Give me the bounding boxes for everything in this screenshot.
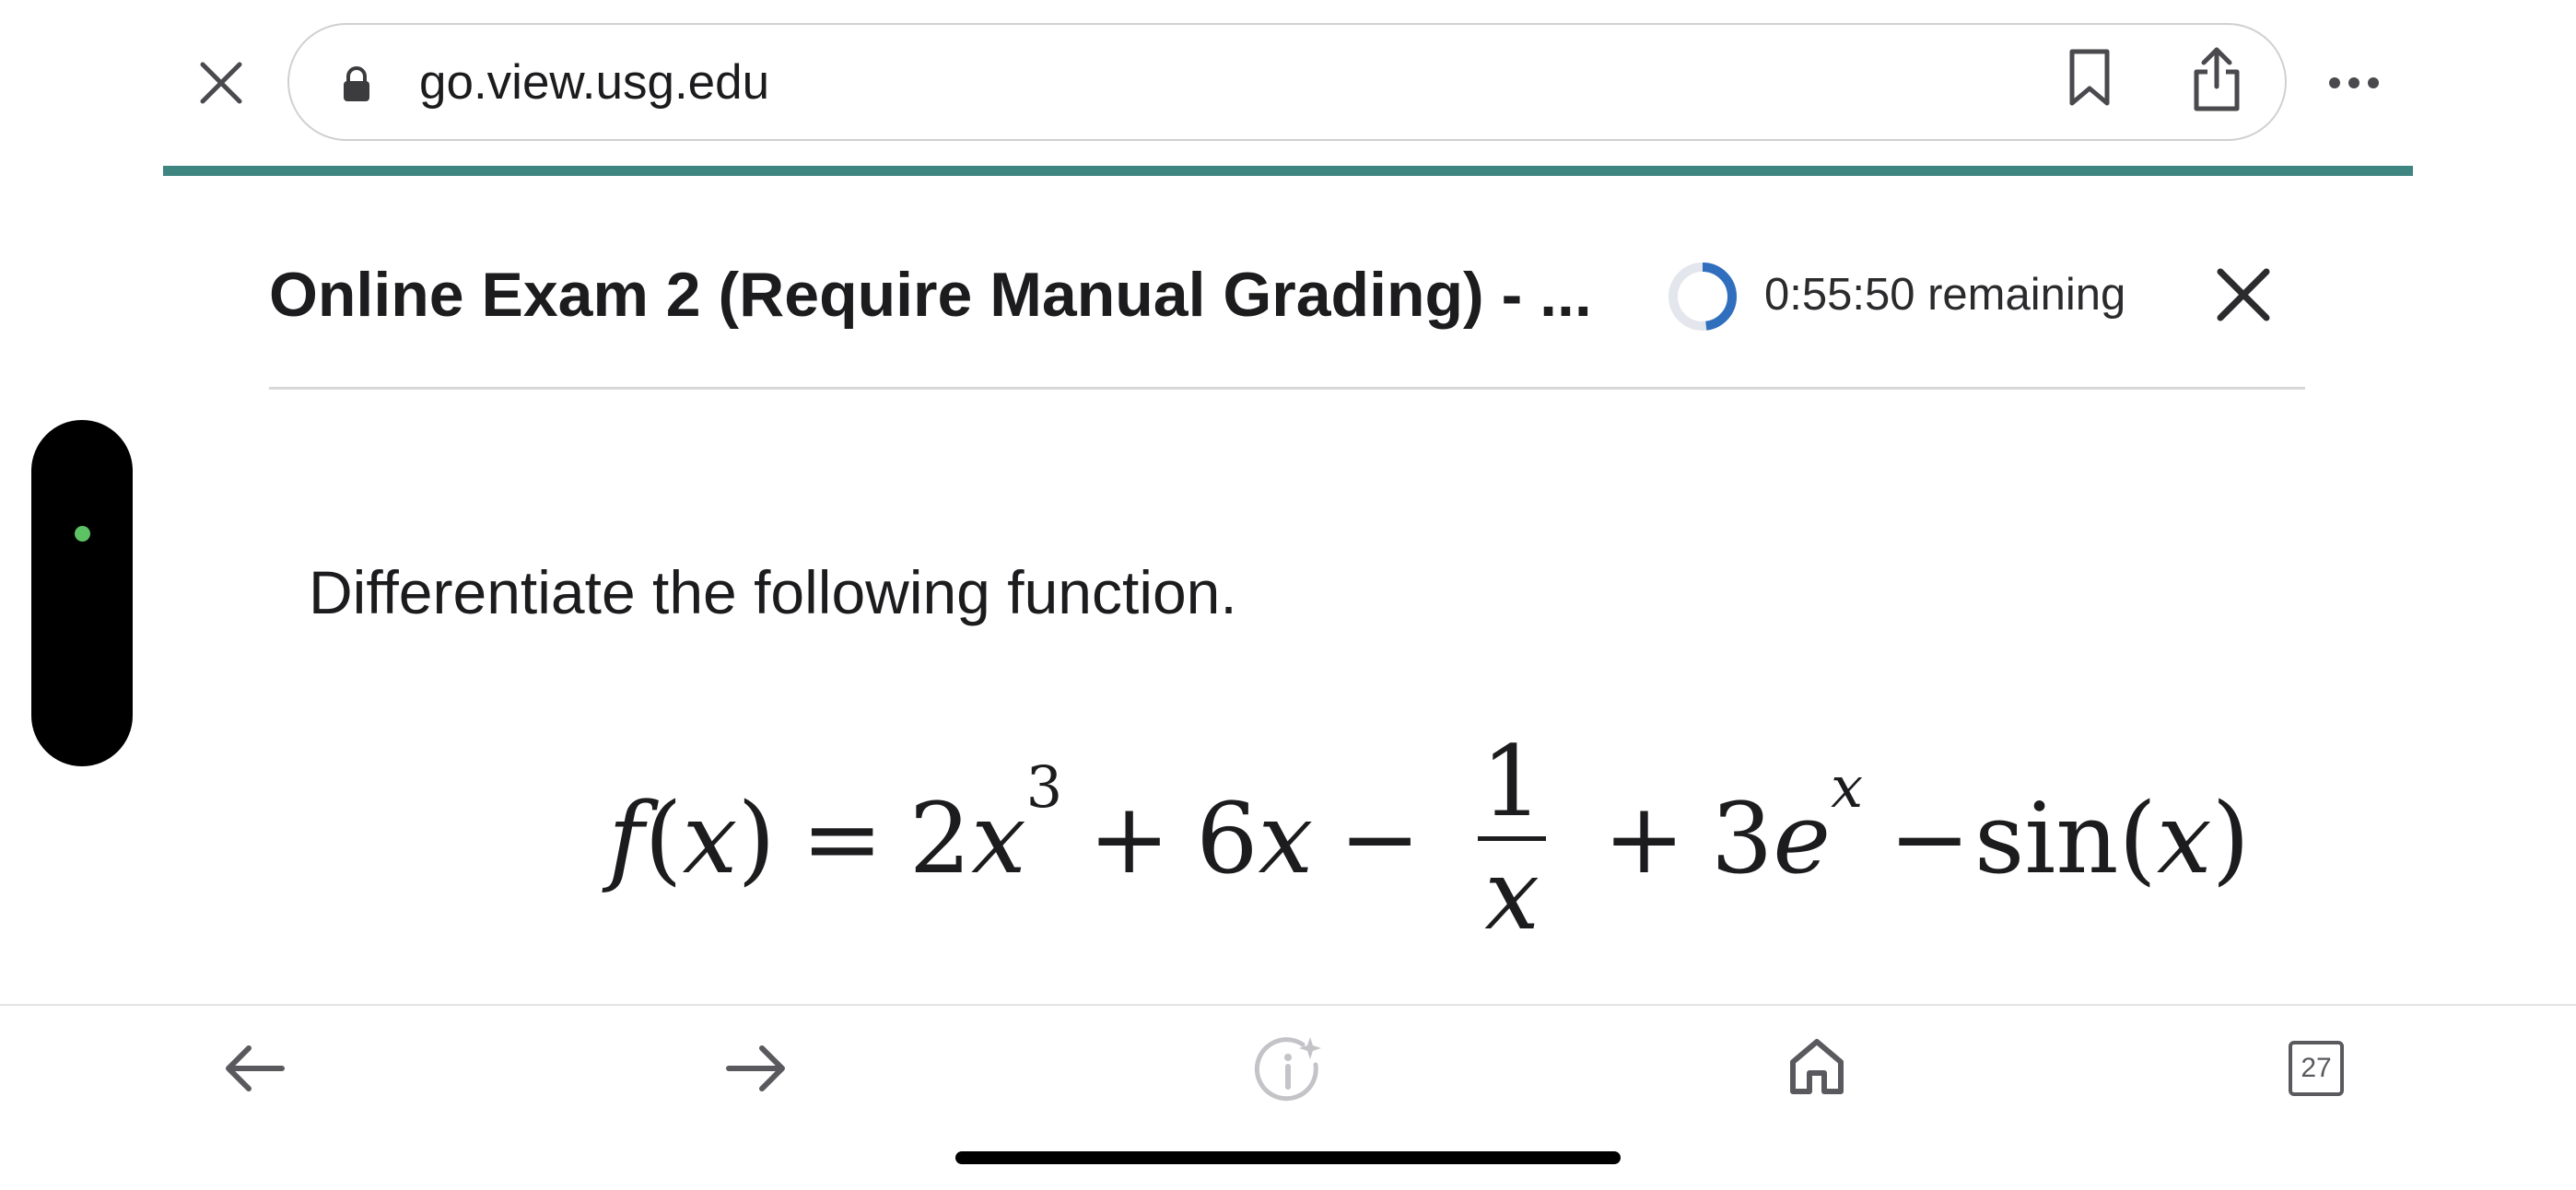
math-sin: sin [1973,781,2119,895]
function-equation: f ( x ) = 2 x 3 + 6 x − 1 x + 3 e x − si… [608,709,2250,943]
url-text[interactable]: go.view.usg.edu [419,55,769,111]
header-divider [269,387,2305,390]
math-f: f [608,781,645,895]
tabs-icon[interactable]: 27 [2289,1041,2344,1096]
math-paren: ) [2211,781,2251,895]
home-icon[interactable] [1787,1036,1846,1097]
home-indicator [955,1151,1621,1164]
math-exponent: 3 [1025,752,1063,821]
side-handle[interactable] [31,420,133,766]
math-paren: ( [2118,781,2157,895]
math-var: x [682,781,738,895]
back-arrow-icon[interactable] [221,1041,287,1096]
math-fraction: 1 x [1478,724,1547,951]
fraction-numerator: 1 [1481,724,1543,838]
lock-icon [341,66,372,103]
more-icon[interactable] [2322,64,2386,101]
math-var: x [2156,781,2212,895]
math-minus: − [1339,781,1422,895]
math-coef: 3 [1710,781,1774,895]
close-icon [2217,268,2270,321]
math-paren: ( [644,781,683,895]
math-base-e: e [1773,781,1832,895]
tab-count: 27 [2301,1053,2332,1083]
math-exponent: x [1831,752,1864,821]
math-plus: + [1603,781,1685,895]
timer-remaining-text: 0:55:50 remaining [1764,270,2126,320]
math-coef: 6 [1196,781,1259,895]
status-dot [75,526,90,542]
close-exam-button[interactable] [2211,262,2276,327]
close-tab-button[interactable] [189,51,253,115]
fraction-denominator: x [1484,837,1540,951]
forward-arrow-icon[interactable] [723,1041,790,1096]
math-minus: − [1889,781,1971,895]
math-var: x [1258,781,1314,895]
math-plus: + [1088,781,1171,895]
math-paren: ) [737,781,776,895]
close-icon [200,62,242,104]
exam-title: Online Exam 2 (Require Manual Grading) -… [269,260,1592,330]
math-var: x [971,781,1026,895]
math-coef: 2 [908,781,972,895]
page-accent-bar [163,166,2413,176]
timer-progress-icon [1666,260,1739,333]
math-equals: = [801,781,884,895]
info-sparkle-icon[interactable] [1253,1033,1323,1103]
bookmark-icon[interactable] [2068,48,2111,107]
question-prompt: Differentiate the following function. [309,558,1237,626]
share-icon[interactable] [2191,46,2242,112]
